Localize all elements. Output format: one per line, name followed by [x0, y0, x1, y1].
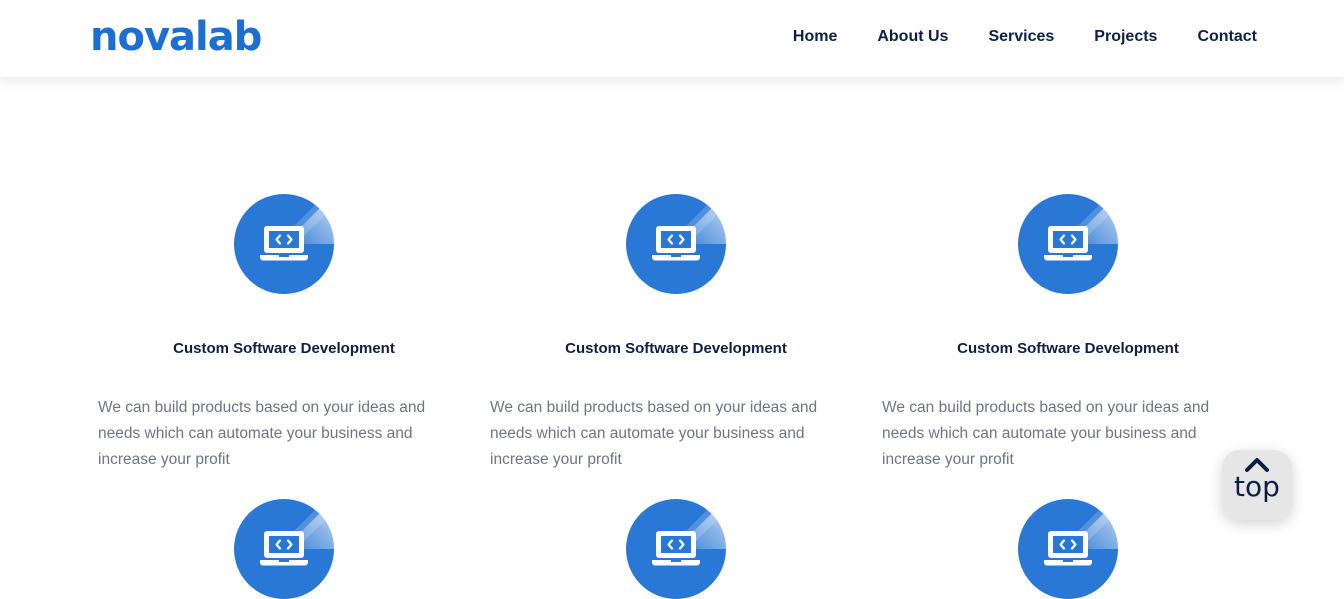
service-description: We can build products based on your idea…: [882, 399, 1210, 468]
nav-projects[interactable]: Projects: [1094, 26, 1157, 48]
nav-services[interactable]: Services: [988, 26, 1054, 48]
service-description: We can build products based on your idea…: [98, 399, 426, 468]
laptop-code-icon: [626, 194, 726, 294]
site-header: novalab Home About Us Services Projects …: [0, 0, 1344, 77]
nav-about-us[interactable]: About Us: [877, 26, 948, 48]
nav-home[interactable]: Home: [793, 26, 837, 48]
nav-contact[interactable]: Contact: [1197, 26, 1257, 48]
service-title: Custom Software Development: [957, 340, 1179, 357]
service-title: Custom Software Development: [173, 340, 395, 357]
service-title: Custom Software Development: [565, 340, 787, 357]
scroll-to-top-button[interactable]: top: [1222, 450, 1292, 520]
laptop-code-icon: [1018, 499, 1118, 599]
laptop-code-icon: [234, 194, 334, 294]
laptop-code-icon: [1018, 194, 1118, 294]
laptop-code-icon: [234, 499, 334, 599]
laptop-code-icon: [626, 499, 726, 599]
scroll-to-top-label: top: [1234, 470, 1280, 503]
brand-logo[interactable]: novalab: [90, 14, 262, 60]
service-description: We can build products based on your idea…: [490, 399, 818, 468]
main-nav: Home About Us Services Projects Contact: [753, 26, 1257, 48]
